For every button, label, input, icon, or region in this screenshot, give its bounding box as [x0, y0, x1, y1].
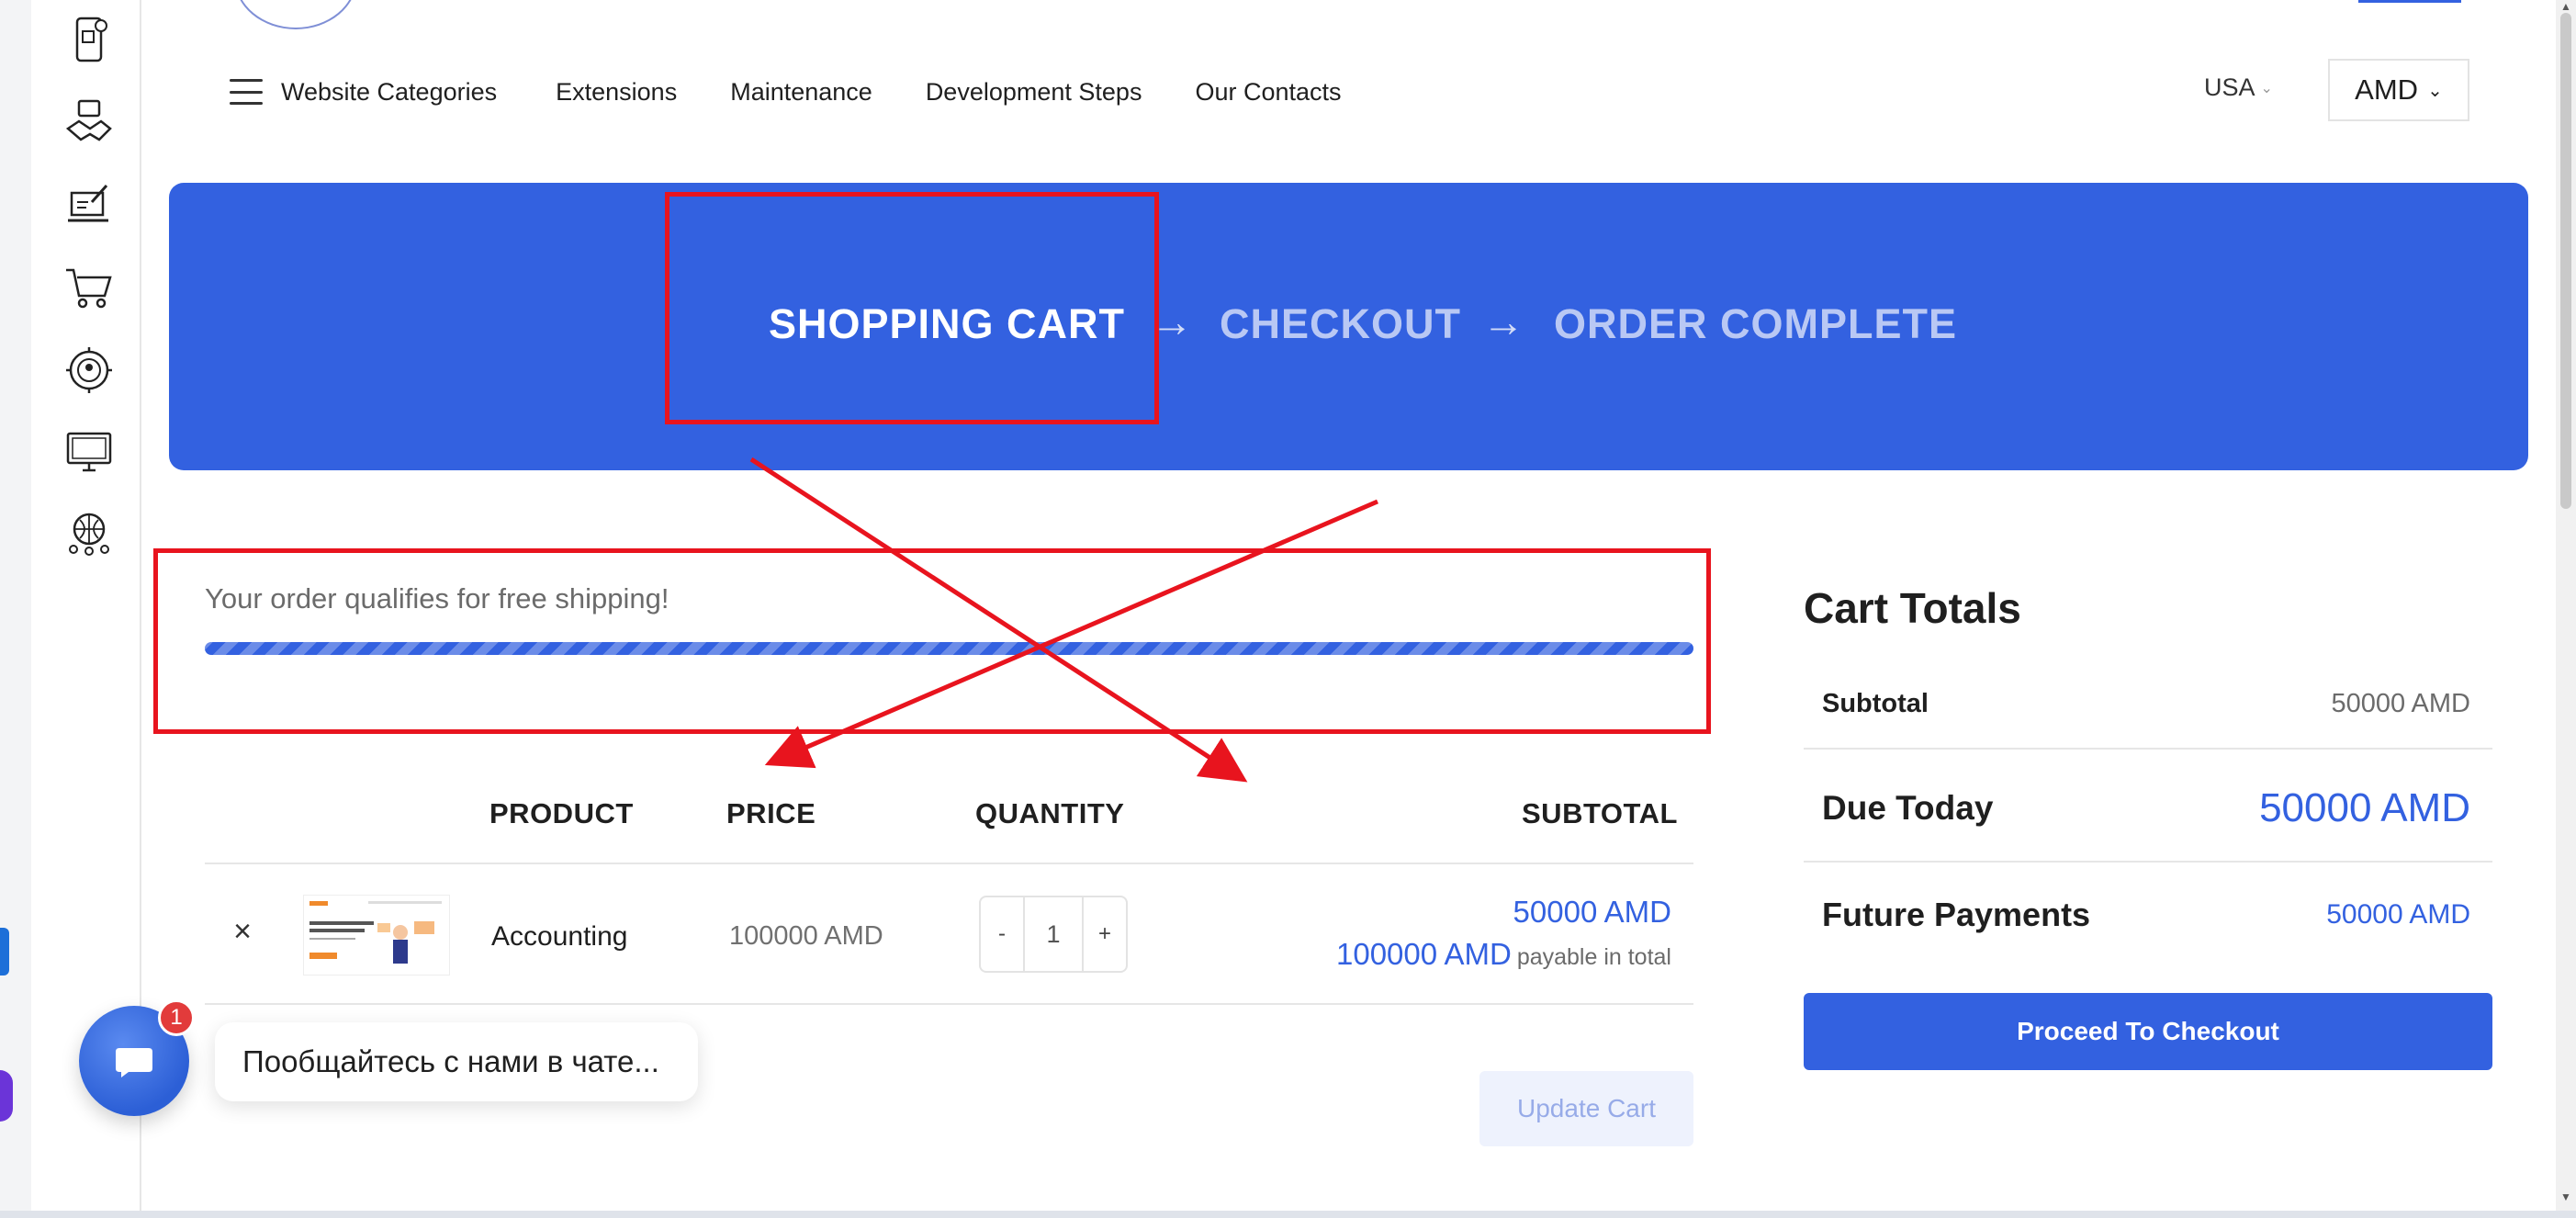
scrollbar-thumb[interactable]	[2560, 13, 2571, 509]
currency-selector[interactable]: AMD ⌄	[2328, 59, 2469, 121]
column-header-quantity: QUANTITY	[975, 797, 1125, 829]
monitor-icon[interactable]	[64, 428, 114, 478]
chat-unread-badge: 1	[158, 999, 195, 1036]
totals-future-payments-value: 50000 AMD	[2326, 899, 2470, 930]
site-logo[interactable]	[234, 0, 357, 29]
nav-maintenance[interactable]: Maintenance	[730, 78, 872, 107]
mobile-shop-icon[interactable]	[64, 15, 114, 64]
annotation-strike-box	[153, 548, 1711, 734]
totals-due-today-value: 50000 AMD	[2259, 785, 2470, 830]
adjacent-window-edge	[0, 0, 31, 1218]
proceed-to-checkout-button[interactable]: Proceed To Checkout	[1804, 993, 2492, 1070]
totals-due-today-label: Due Today	[1822, 789, 1994, 827]
product-thumbnail[interactable]	[303, 895, 450, 976]
step-checkout: CHECKOUT	[1220, 300, 1461, 347]
quantity-input[interactable]: 1	[1023, 897, 1084, 971]
row-total-note: payable in total	[1516, 944, 1671, 970]
hamburger-menu-icon[interactable]	[230, 79, 263, 105]
country-label: USA	[2204, 73, 2255, 101]
scroll-down-icon[interactable]: ▼	[2560, 1190, 2571, 1203]
divider	[1804, 748, 2492, 750]
product-price: 100000 AMD	[729, 921, 883, 951]
row-subtotal: 50000 AMD 100000 AMD payable in total	[1336, 895, 1671, 972]
cart-totals-title: Cart Totals	[1804, 584, 2021, 632]
chevron-down-icon: ⌄	[2427, 80, 2443, 101]
annotation-highlight-box	[665, 192, 1159, 424]
totals-subtotal-row: Subtotal 50000 AMD	[1804, 680, 2492, 727]
adjacent-app-icon[interactable]	[0, 1070, 13, 1122]
chat-bubble-icon	[116, 1048, 152, 1077]
page-scrollbar[interactable]: ▲ ▼	[2556, 0, 2576, 1218]
chat-invite-bubble[interactable]: Пообщайтесь с нами в чате...	[215, 1022, 698, 1101]
product-name-link[interactable]: Accounting	[491, 921, 627, 953]
step-order-complete: ORDER COMPLETE	[1554, 300, 1958, 347]
quantity-increase-button[interactable]: +	[1084, 897, 1126, 971]
window-bottom-edge	[0, 1211, 2576, 1218]
totals-due-today-row: Due Today 50000 AMD	[1804, 781, 2492, 836]
column-header-product: PRODUCT	[489, 797, 634, 829]
column-header-subtotal: SUBTOTAL	[1522, 797, 1678, 829]
target-user-icon[interactable]	[64, 345, 114, 395]
nav-website-categories[interactable]: Website Categories	[281, 78, 497, 107]
nav-extensions[interactable]: Extensions	[556, 78, 677, 107]
nav-our-contacts[interactable]: Our Contacts	[1195, 78, 1341, 107]
handshake-icon[interactable]	[64, 97, 114, 147]
main-nav: Website Categories Extensions Maintenanc…	[230, 66, 1395, 118]
shopping-cart-icon[interactable]	[64, 263, 114, 312]
column-header-price: PRICE	[726, 797, 816, 829]
globe-people-icon[interactable]	[64, 511, 114, 560]
row-subtotal-amount: 50000 AMD	[1513, 895, 1671, 929]
country-selector[interactable]: USA ⌄	[2204, 73, 2273, 102]
row-total-line: 100000 AMD payable in total	[1336, 937, 1671, 972]
nav-development-steps[interactable]: Development Steps	[926, 78, 1142, 107]
checkout-steps-banner: SHOPPING CART → CHECKOUT → ORDER COMPLET…	[169, 183, 2528, 470]
quantity-decrease-button[interactable]: -	[981, 897, 1023, 971]
totals-future-payments-label: Future Payments	[1822, 896, 2091, 933]
remove-item-icon[interactable]: ×	[230, 916, 255, 947]
top-link-underline	[2358, 0, 2461, 3]
divider	[205, 1003, 1693, 1005]
quantity-stepper: - 1 +	[979, 896, 1128, 973]
step-arrow-icon: →	[1482, 298, 1524, 345]
totals-subtotal-label: Subtotal	[1822, 688, 1929, 718]
divider	[205, 863, 1693, 864]
scroll-up-icon[interactable]: ▲	[2560, 0, 2571, 13]
divider	[1804, 861, 2492, 863]
currency-label: AMD	[2355, 73, 2419, 106]
row-total-amount: 100000 AMD	[1336, 937, 1512, 971]
laptop-edit-icon[interactable]	[64, 180, 114, 230]
adjacent-app-tab[interactable]	[0, 928, 9, 976]
chevron-down-icon: ⌄	[2260, 80, 2273, 96]
totals-future-payments-row: Future Payments 50000 AMD	[1804, 889, 2492, 941]
totals-subtotal-value: 50000 AMD	[2331, 688, 2470, 718]
update-cart-button[interactable]: Update Cart	[1479, 1071, 1693, 1146]
